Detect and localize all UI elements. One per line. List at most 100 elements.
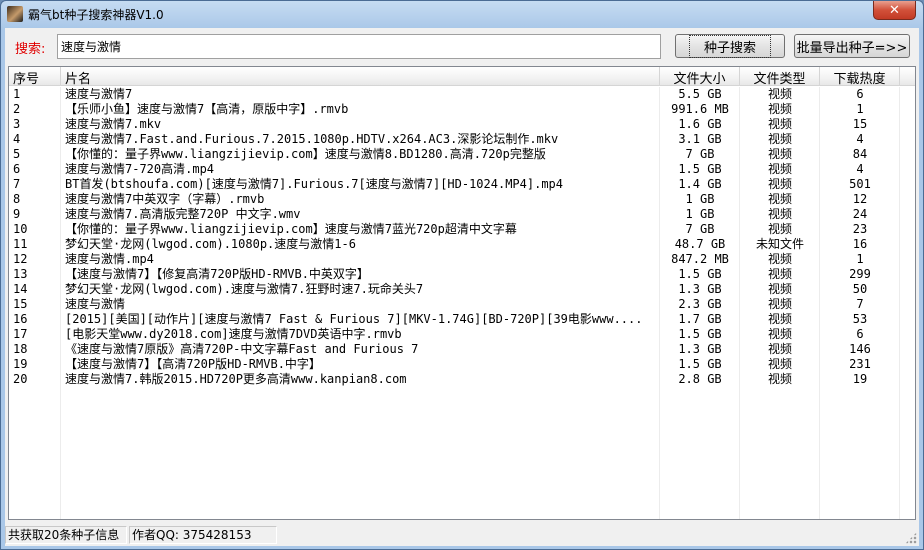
row-size: 1.5 GB — [678, 267, 722, 281]
row-name: 【你懂的：量子界www.liangzijievip.com】速度与激情8.BD1… — [65, 147, 546, 161]
status-bar: 共获取20条种子信息 作者QQ: 375428153 — [5, 524, 919, 546]
row-size: 847.2 MB — [671, 252, 729, 266]
row-name: 速度与激情7.Fast.and.Furious.7.2015.1080p.HDT… — [65, 132, 559, 146]
row-type: 视频 — [767, 207, 792, 221]
row-type: 视频 — [767, 327, 792, 341]
row-index: 12 — [13, 252, 28, 266]
row-type: 视频 — [767, 357, 792, 371]
row-name: 速度与激情7.韩版2015.HD720P更多高清www.kanpian8.com — [65, 372, 407, 386]
row-index: 17 — [13, 327, 28, 341]
table-row[interactable]: 8 速度与激情7中英双字（字幕）.rmvb 1 GB 视频 12 — [9, 192, 915, 207]
table-row[interactable]: 7 BT首发(btshoufa.com)[速度与激情7].Furious.7[速度… — [9, 177, 915, 192]
row-type: 视频 — [767, 162, 792, 176]
row-type: 视频 — [767, 177, 792, 191]
search-input[interactable] — [57, 34, 661, 59]
column-header-name[interactable]: 片名 — [61, 67, 660, 87]
row-index: 2 — [13, 102, 21, 116]
results-list[interactable]: 序号 片名 文件大小 文件类型 下载热度 1 速度与激情7 5.5 GB 视频 6 2 【乐… — [8, 66, 916, 520]
row-size: 1.6 GB — [678, 117, 722, 131]
table-row[interactable]: 5 【你懂的：量子界www.liangzijievip.com】速度与激情8.BD… — [9, 147, 915, 162]
table-row[interactable]: 12 速度与激情.mp4 847.2 MB 视频 1 — [9, 252, 915, 267]
batch-export-button[interactable]: 批量导出种子=>> — [794, 34, 910, 58]
row-size: 1.4 GB — [678, 177, 722, 191]
status-result-count: 共获取20条种子信息 — [5, 526, 127, 544]
table-row[interactable]: 14 梦幻天堂·龙网(lwgod.com).速度与激情7.狂野时速7.玩命关头7 1… — [9, 282, 915, 297]
table-row[interactable]: 13 【速度与激情7】【修复高清720P版HD-RMVB.中英双字】 1.5 GB 视… — [9, 267, 915, 282]
table-row[interactable]: 11 梦幻天堂·龙网(lwgod.com).1080p.速度与激情1-6 48.7 … — [9, 237, 915, 252]
row-heat: 53 — [852, 312, 868, 326]
row-name: 速度与激情7-720高清.mp4 — [65, 162, 215, 176]
table-row[interactable]: 3 速度与激情7.mkv 1.6 GB 视频 15 — [9, 117, 915, 132]
row-index: 11 — [13, 237, 28, 251]
title-bar[interactable]: 霸气bt种子搜索神器V1.0 ✕ — [1, 1, 923, 27]
resize-grip-icon[interactable] — [905, 532, 917, 544]
row-heat: 84 — [852, 147, 868, 161]
row-index: 5 — [13, 147, 21, 161]
row-heat: 16 — [852, 237, 868, 251]
row-index: 4 — [13, 132, 21, 146]
table-row[interactable]: 2 【乐师小鱼】速度与激情7【高清，原版中字】.rmvb 991.6 MB 视频 1 — [9, 102, 915, 117]
table-row[interactable]: 18 《速度与激情7原版》高清720P-中文字幕Fast and Furious … — [9, 342, 915, 357]
table-row[interactable]: 16 [2015][美国][动作片][速度与激情7 Fast & Furious … — [9, 312, 915, 327]
table-row[interactable]: 19 【速度与激情7】【高清720P版HD-RMVB.中字】 1.5 GB 视频 231 — [9, 357, 915, 372]
row-index: 1 — [13, 87, 21, 101]
table-row[interactable]: 15 速度与激情 2.3 GB 视频 7 — [9, 297, 915, 312]
row-size: 5.5 GB — [678, 87, 722, 101]
table-row[interactable]: 9 速度与激情7.高清版完整720P 中文字.wmv 1 GB 视频 24 — [9, 207, 915, 222]
table-row[interactable]: 20 速度与激情7.韩版2015.HD720P更多高清www.kanpian8.c… — [9, 372, 915, 387]
row-size: 991.6 MB — [671, 102, 729, 116]
column-header-size[interactable]: 文件大小 — [660, 67, 740, 87]
row-size: 7 GB — [685, 222, 715, 236]
seed-search-button-label: 种子搜索 — [688, 34, 771, 58]
client-area: 搜索: 种子搜索 批量导出种子=>> 序号 片名 文件大小 文件类型 下载热度 … — [5, 28, 919, 546]
row-heat: 19 — [852, 372, 868, 386]
row-heat: 6 — [856, 87, 864, 101]
row-heat: 23 — [852, 222, 868, 236]
row-index: 16 — [13, 312, 28, 326]
row-heat: 4 — [856, 162, 864, 176]
list-header: 序号 片名 文件大小 文件类型 下载热度 — [9, 67, 915, 87]
row-size: 3.1 GB — [678, 132, 722, 146]
row-name: 速度与激情7 — [65, 87, 133, 101]
row-type: 视频 — [767, 297, 792, 311]
table-row[interactable]: 17 [电影天堂www.dy2018.com]速度与激情7DVD英语中字.rmvb… — [9, 327, 915, 342]
row-name: 【速度与激情7】【修复高清720P版HD-RMVB.中英双字】 — [65, 267, 369, 281]
row-heat: 6 — [856, 327, 864, 341]
row-size: 1.3 GB — [678, 282, 722, 296]
row-type: 视频 — [767, 117, 792, 131]
table-row[interactable]: 6 速度与激情7-720高清.mp4 1.5 GB 视频 4 — [9, 162, 915, 177]
row-size: 1 GB — [685, 192, 715, 206]
row-size: 1.3 GB — [678, 342, 722, 356]
row-type: 视频 — [767, 252, 792, 266]
row-name: [2015][美国][动作片][速度与激情7 Fast & Furious 7]… — [65, 312, 643, 326]
row-name: 速度与激情7.mkv — [65, 117, 162, 131]
row-type: 视频 — [767, 342, 792, 356]
close-button[interactable]: ✕ — [873, 1, 916, 20]
row-index: 20 — [13, 372, 28, 386]
row-type: 视频 — [767, 87, 792, 101]
row-heat: 24 — [852, 207, 868, 221]
column-header-index[interactable]: 序号 — [9, 67, 61, 87]
row-size: 1 GB — [685, 207, 715, 221]
table-row[interactable]: 10 【你懂的：量子界www.liangzijievip.com】速度与激情7蓝光… — [9, 222, 915, 237]
row-index: 15 — [13, 297, 28, 311]
row-name: 速度与激情7.高清版完整720P 中文字.wmv — [65, 207, 301, 221]
row-index: 13 — [13, 267, 28, 281]
table-row[interactable]: 1 速度与激情7 5.5 GB 视频 6 — [9, 87, 915, 102]
seed-search-button[interactable]: 种子搜索 — [675, 34, 785, 58]
row-size: 1.5 GB — [678, 357, 722, 371]
table-row[interactable]: 4 速度与激情7.Fast.and.Furious.7.2015.1080p.HD… — [9, 132, 915, 147]
row-type: 未知文件 — [755, 237, 804, 251]
status-author: 作者QQ: 375428153 — [129, 526, 277, 544]
row-type: 视频 — [767, 102, 792, 116]
column-header-type[interactable]: 文件类型 — [740, 67, 820, 87]
row-name: 速度与激情 — [65, 297, 126, 311]
row-type: 视频 — [767, 267, 792, 281]
row-type: 视频 — [767, 222, 792, 236]
column-header-heat[interactable]: 下载热度 — [820, 67, 900, 87]
row-index: 6 — [13, 162, 21, 176]
row-type: 视频 — [767, 312, 792, 326]
row-type: 视频 — [767, 192, 792, 206]
row-index: 19 — [13, 357, 28, 371]
row-name: 【速度与激情7】【高清720P版HD-RMVB.中字】 — [65, 357, 321, 371]
